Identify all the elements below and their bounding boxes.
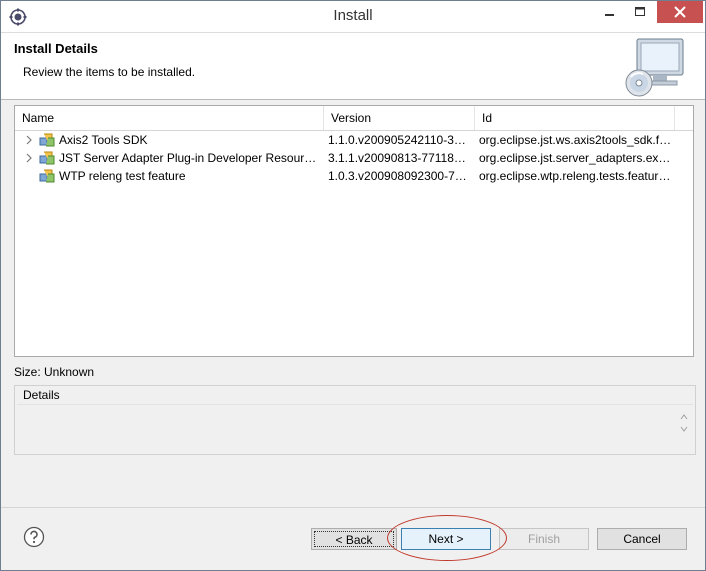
header-banner: Install Details Review the items to be i… <box>1 33 705 100</box>
minimize-icon <box>605 14 614 16</box>
table-row[interactable]: Axis2 Tools SDK 1.1.0.v200905242110-31-8… <box>15 131 693 149</box>
column-header-version[interactable]: Version <box>324 106 475 130</box>
details-group: Details <box>14 385 696 455</box>
row-name: WTP releng test feature <box>59 169 186 183</box>
feature-plugin-icon <box>39 151 55 165</box>
row-name: JST Server Adapter Plug-in Developer Res… <box>59 151 321 165</box>
expand-arrow-icon[interactable] <box>24 153 34 163</box>
finish-button[interactable]: Finish <box>499 528 589 550</box>
highlight-annotation-ring <box>387 515 507 561</box>
row-version: 1.0.3.v200908092300-7H7... <box>328 169 472 183</box>
row-name: Axis2 Tools SDK <box>59 133 148 147</box>
title-bar[interactable]: Install <box>1 1 705 33</box>
minimize-button[interactable] <box>595 1 625 23</box>
row-id: org.eclipse.wtp.releng.tests.feature... <box>479 169 673 183</box>
maximize-icon <box>635 7 645 16</box>
details-text-area[interactable] <box>17 404 693 452</box>
column-header-id[interactable]: Id <box>475 106 675 130</box>
row-version: 3.1.1.v20090813-771184C... <box>328 151 472 165</box>
page-description: Review the items to be installed. <box>23 65 196 79</box>
back-button[interactable]: < Back <box>311 528 397 550</box>
expand-arrow-icon[interactable] <box>24 135 34 145</box>
column-header-name[interactable]: Name <box>15 106 324 130</box>
help-icon[interactable] <box>23 526 45 548</box>
table-row[interactable]: JST Server Adapter Plug-in Developer Res… <box>15 149 693 167</box>
table-row[interactable]: WTP releng test feature 1.0.3.v200908092… <box>15 167 693 185</box>
table-header: Name Version Id <box>15 106 693 131</box>
page-title: Install Details <box>14 41 98 56</box>
scroll-up-icon[interactable] <box>680 414 688 420</box>
row-id: org.eclipse.jst.server_adapters.ext.s... <box>479 151 673 165</box>
install-items-table[interactable]: Name Version Id Axis2 Tools SDK 1.1.0.v2… <box>14 105 694 357</box>
close-button[interactable] <box>657 1 703 23</box>
scroll-down-icon[interactable] <box>680 426 688 432</box>
close-icon <box>674 6 686 18</box>
row-version: 1.1.0.v200905242110-31-8... <box>328 133 472 147</box>
feature-plugin-icon <box>39 133 55 147</box>
size-label: Size: Unknown <box>14 365 95 379</box>
row-id: org.eclipse.jst.ws.axis2tools_sdk.fe... <box>479 133 673 147</box>
details-label: Details <box>23 388 60 402</box>
footer-separator <box>1 507 705 508</box>
maximize-button[interactable] <box>625 1 655 23</box>
feature-plugin-icon <box>39 169 55 183</box>
install-computer-cd-icon <box>625 38 684 97</box>
cancel-button[interactable]: Cancel <box>597 528 687 550</box>
install-dialog: Install Install Details Review the items… <box>0 0 706 571</box>
back-button-label: < Back <box>314 531 394 547</box>
